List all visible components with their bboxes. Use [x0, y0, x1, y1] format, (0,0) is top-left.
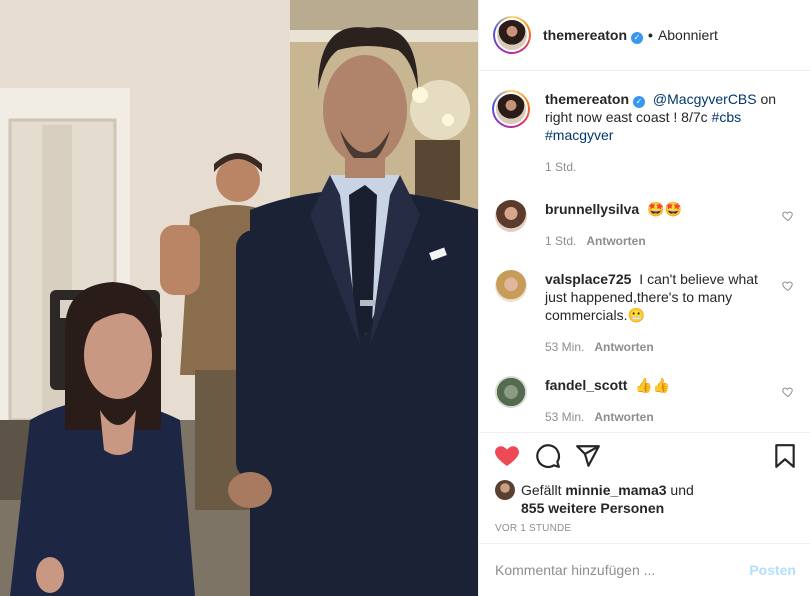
comment-bubble-icon[interactable]: [535, 443, 561, 469]
comment-like-icon[interactable]: [782, 280, 794, 292]
comment-like-icon[interactable]: [782, 386, 794, 398]
likes-count-link[interactable]: 855 weitere Personen: [521, 500, 664, 516]
comment-username[interactable]: valsplace725: [545, 271, 631, 287]
likes-summary: Gefällt minnie_mama3 und 855 weitere Per…: [495, 480, 794, 517]
hashtag-cbs-link[interactable]: #cbs: [712, 109, 742, 125]
likes-mid: und: [666, 482, 694, 498]
post-side-panel: themereaton ✓ • Abonniert themereaton ✓ @M…: [478, 0, 810, 596]
save-bookmark-icon[interactable]: [772, 443, 798, 469]
post-photo[interactable]: [0, 0, 478, 596]
caption-avatar[interactable]: [492, 90, 530, 128]
photo-illustration: [0, 0, 478, 596]
liker-avatar[interactable]: [495, 480, 515, 500]
caption-item: themereaton ✓ @MacgyverCBS on right now e…: [492, 90, 794, 176]
hashtag-macgyver-link[interactable]: #macgyver: [545, 127, 613, 143]
comment-item: fandel_scott 👍👍 53 Min. Antworten: [495, 376, 794, 426]
comments-list: themereaton ✓ @MacgyverCBS on right now e…: [479, 72, 810, 432]
comment-like-icon[interactable]: [782, 210, 794, 222]
comment-text: 👍👍: [635, 377, 671, 393]
comment-text: 🤩🤩: [647, 201, 682, 217]
reply-button[interactable]: Antworten: [586, 234, 645, 248]
header-separator: •: [648, 27, 653, 43]
comment-username[interactable]: fandel_scott: [545, 377, 627, 393]
author-avatar[interactable]: [493, 16, 531, 54]
author-username[interactable]: themereaton ✓: [543, 27, 644, 44]
post-timestamp: VOR 1 STUNDE: [495, 523, 572, 534]
caption-username[interactable]: themereaton ✓: [545, 91, 646, 108]
post-actions: Gefällt minnie_mama3 und 855 weitere Per…: [479, 432, 810, 544]
comment-input[interactable]: [495, 562, 750, 578]
caption-mention-link[interactable]: @MacgyverCBS: [653, 91, 757, 107]
comment-time: 53 Min.: [545, 340, 585, 354]
comment-item: valsplace725 I can't believe what just h…: [495, 270, 794, 356]
caption-time: 1 Std.: [545, 160, 577, 174]
commenter-avatar[interactable]: [495, 270, 527, 302]
commenter-avatar[interactable]: [495, 376, 527, 408]
share-paper-plane-icon[interactable]: [575, 443, 601, 469]
likes-prefix: Gefällt: [521, 482, 566, 498]
commenter-avatar[interactable]: [495, 200, 527, 232]
liker-username[interactable]: minnie_mama3: [565, 482, 666, 498]
like-heart-icon[interactable]: [494, 443, 520, 469]
comment-username[interactable]: brunnellysilva: [545, 201, 639, 217]
verified-badge-icon: ✓: [631, 31, 644, 44]
post-header: themereaton ✓ • Abonniert: [479, 0, 810, 71]
comment-item: brunnellysilva 🤩🤩 1 Std. Antworten: [495, 200, 794, 250]
reply-button[interactable]: Antworten: [594, 340, 653, 354]
comment-time: 1 Std.: [545, 234, 577, 248]
follow-status-button[interactable]: Abonniert: [658, 27, 718, 43]
verified-badge-icon: ✓: [633, 96, 646, 108]
comment-time: 53 Min.: [545, 410, 585, 424]
post-comment-button[interactable]: Posten: [749, 562, 796, 578]
comment-composer: Posten: [479, 543, 810, 596]
reply-button[interactable]: Antworten: [594, 410, 653, 424]
